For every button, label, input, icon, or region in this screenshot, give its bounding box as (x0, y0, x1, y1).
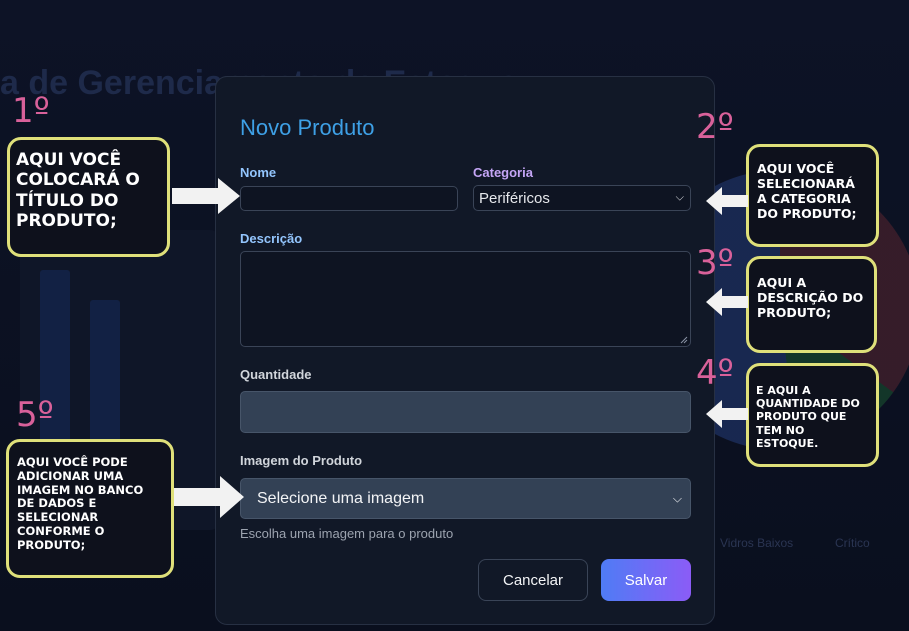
annotation-note-5: Aqui você pode adicionar uma imagem no b… (6, 439, 174, 578)
annotation-note-2: Aqui você selecionará a categoria do pro… (746, 144, 879, 247)
arrow-left-icon (706, 288, 748, 316)
annotation-note-1: Aqui você colocará o título do produto; (7, 137, 170, 257)
categoria-select[interactable]: Periféricos ⌵ (473, 185, 691, 211)
categoria-label: Categoria (473, 165, 533, 180)
chevron-down-icon: ⌵ (675, 191, 684, 204)
annotation-note-4: E aqui a quantidade do produto que tem n… (746, 363, 879, 467)
step-number-3: 3º (696, 243, 734, 283)
imagem-select[interactable]: Selecione uma imagem ⌵ (240, 478, 691, 519)
cancel-button[interactable]: Cancelar (478, 559, 588, 601)
quantidade-label: Quantidade (240, 367, 312, 382)
nome-input[interactable] (240, 186, 458, 211)
quantidade-input[interactable] (240, 391, 691, 433)
chevron-down-icon: ⌵ (672, 491, 682, 505)
arrow-right-icon (174, 476, 244, 518)
imagem-help-text: Escolha uma imagem para o produto (240, 526, 454, 541)
arrow-left-icon (706, 400, 748, 428)
background-legend-critical: Crítico (835, 536, 870, 550)
modal-title: Novo Produto (240, 115, 375, 140)
step-number-5: 5º (16, 395, 54, 435)
imagem-label: Imagem do Produto (240, 453, 363, 468)
nome-label: Nome (240, 165, 277, 180)
step-number-2: 2º (696, 107, 734, 147)
step-number-1: 1º (12, 91, 50, 131)
background-legend-low: Vidros Baixos (720, 536, 794, 550)
save-button[interactable]: Salvar (601, 559, 691, 601)
descricao-label: Descrição (240, 231, 303, 246)
annotation-note-3: Aqui a descrição do produto; (746, 256, 877, 353)
arrow-right-icon (172, 178, 240, 214)
descricao-textarea[interactable] (240, 251, 691, 347)
resize-handle-icon[interactable] (680, 336, 688, 344)
new-product-modal: Novo Produto Nome Categoria Periféricos … (215, 76, 715, 625)
imagem-select-value: Selecione uma imagem (257, 489, 425, 507)
step-number-4: 4º (696, 353, 734, 393)
arrow-left-icon (706, 187, 748, 215)
categoria-select-value: Periféricos (479, 189, 550, 207)
